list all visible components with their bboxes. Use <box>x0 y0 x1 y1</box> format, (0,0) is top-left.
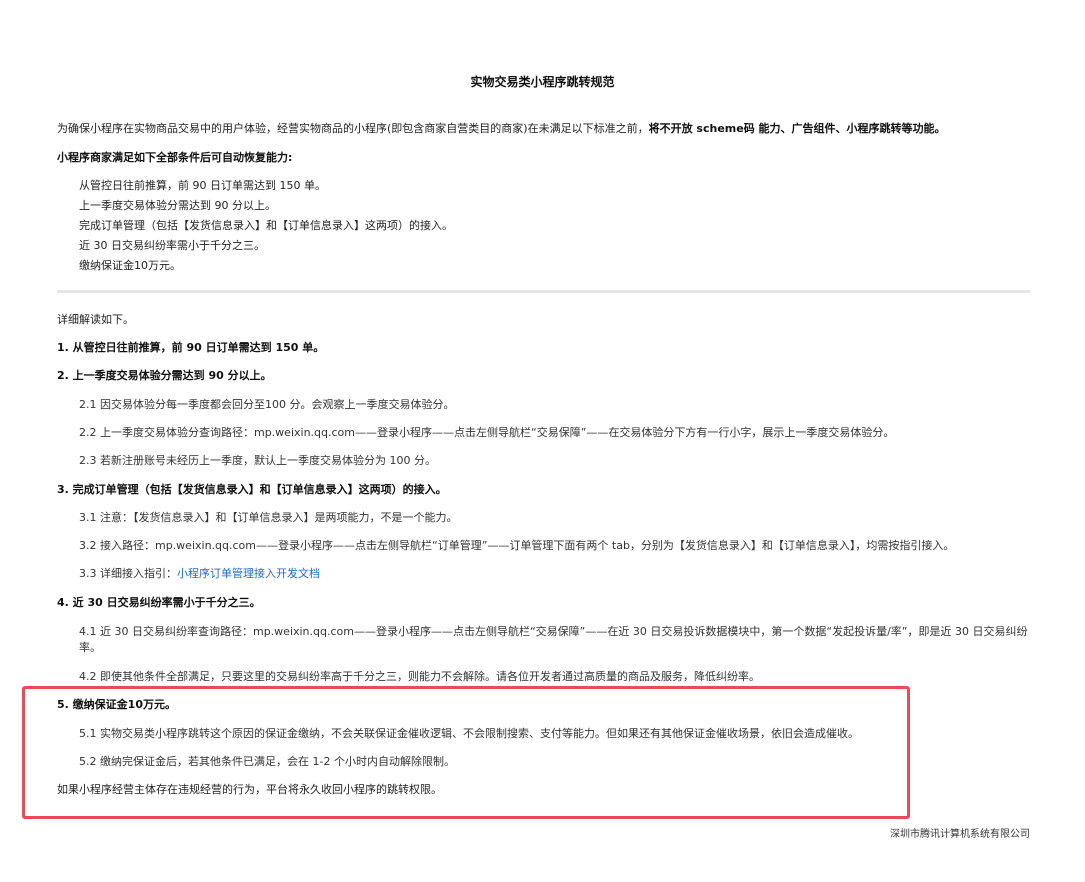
section-3-3-prefix: 3.3 详细接入指引： <box>79 567 177 580</box>
section-2-2: 2.2 上一季度交易体验分查询路径：mp.weixin.qq.com——登录小程… <box>79 426 895 439</box>
section-3-heading: 3. 完成订单管理（包括【发货信息录入】和【订单信息录入】这两项）的接入。 <box>57 483 447 496</box>
section-5-1: 5.1 实物交易类小程序跳转这个原因的保证金缴纳，不会关联保证金催收逻辑、不会限… <box>79 727 859 740</box>
conditions-heading: 小程序商家满足如下全部条件后可自动恢复能力: <box>57 151 293 164</box>
conditions-list: 从管控日往前推算，前 90 日订单需达到 150 单。 上一季度交易体验分需达到… <box>79 178 453 278</box>
condition-item: 完成订单管理（包括【发货信息录入】和【订单信息录入】这两项）的接入。 <box>79 219 453 232</box>
section-1-heading: 1. 从管控日往前推算，前 90 日订单需达到 150 单。 <box>57 341 325 354</box>
section-2-3: 2.3 若新注册账号未经历上一季度，默认上一季度交易体验分为 100 分。 <box>79 454 436 467</box>
section-3-1: 3.1 注意：【发货信息录入】和【订单信息录入】是两项能力，不是一个能力。 <box>79 511 458 524</box>
section-5-heading: 5. 缴纳保证金10万元。 <box>57 698 176 711</box>
page-title: 实物交易类小程序跳转规范 <box>470 75 615 89</box>
order-management-doc-link[interactable]: 小程序订单管理接入开发文档 <box>177 567 320 580</box>
section-4-2: 4.2 即使其他条件全部满足，只要这里的交易纠纷率高于千分之三，则能力不会解除。… <box>79 670 760 683</box>
detail-intro: 详细解读如下。 <box>57 313 134 326</box>
condition-item: 近 30 日交易纠纷率需小于千分之三。 <box>79 239 265 252</box>
intro-paragraph: 为确保小程序在实物商品交易中的用户体验，经营实物商品的小程序(即包含商家自营类目… <box>57 121 946 137</box>
intro-bold-text: 将不开放 scheme码 能力、广告组件、小程序跳转等功能。 <box>648 122 946 135</box>
condition-item: 缴纳保证金10万元。 <box>79 259 181 272</box>
section-2-heading: 2. 上一季度交易体验分需达到 90 分以上。 <box>57 369 272 382</box>
section-3-3: 3.3 详细接入指引：小程序订单管理接入开发文档 <box>79 566 320 582</box>
section-4-1: 4.1 近 30 日交易纠纷率查询路径：mp.weixin.qq.com——登录… <box>79 625 1028 654</box>
condition-item: 从管控日往前推算，前 90 日订单需达到 150 单。 <box>79 179 326 192</box>
section-divider <box>57 290 1030 293</box>
footer-company: 深圳市腾讯计算机系统有限公司 <box>890 829 1030 840</box>
section-3-2: 3.2 接入路径：mp.weixin.qq.com——登录小程序——点击左侧导航… <box>79 539 955 552</box>
section-5-2: 5.2 缴纳完保证金后，若其他条件已满足，会在 1-2 个小时内自动解除限制。 <box>79 755 455 768</box>
section-4-heading: 4. 近 30 日交易纠纷率需小于千分之三。 <box>57 596 261 609</box>
condition-item: 上一季度交易体验分需达到 90 分以上。 <box>79 199 276 212</box>
section-2-1: 2.1 因交易体验分每一季度都会回分至100 分。会观察上一季度交易体验分。 <box>79 398 455 411</box>
closing-statement: 如果小程序经营主体存在违规经营的行为，平台将永久收回小程序的跳转权限。 <box>57 783 442 796</box>
intro-text: 为确保小程序在实物商品交易中的用户体验，经营实物商品的小程序(即包含商家自营类目… <box>57 122 649 135</box>
